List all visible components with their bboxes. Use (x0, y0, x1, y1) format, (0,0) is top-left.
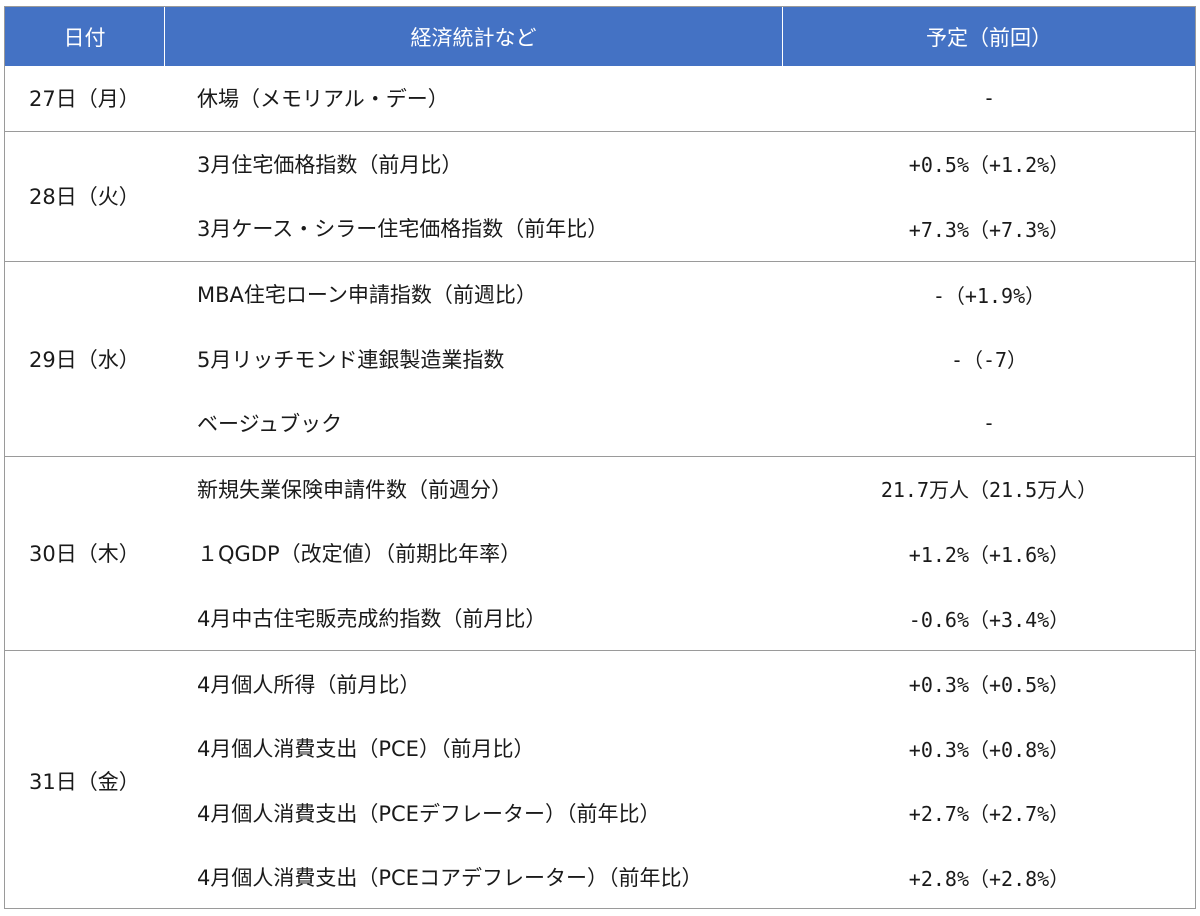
date-group: 30日（木） 新規失業保険申請件数（前週分） 21.7万人（21.5万人） １QGDP… (5, 455, 1195, 651)
statistic-name: 4月個人所得（前月比） (197, 672, 421, 697)
statistic-name: 4月個人消費支出（PCEデフレーター）（前年比） (197, 801, 661, 826)
statistic-name: １QGDP（改定値）（前期比年率） (197, 542, 522, 567)
header-stat: 経済統計など (165, 7, 783, 66)
forecast-value: - (982, 86, 996, 111)
statistic-name: 4月個人消費支出（PCE）（前月比） (197, 737, 535, 762)
table-header: 日付 経済統計など 予定（前回） (5, 7, 1195, 66)
table-body: 27日（月） 休場（メモリアル・デー） - 28日（火） 3月住宅価格指数（前月比） +0… (5, 66, 1195, 910)
statistic-name: 新規失業保険申請件数（前週分） (197, 477, 512, 502)
forecast-value: +0.3%（+0.8%） (908, 737, 1070, 762)
date-cell: 28日（火） (29, 185, 140, 210)
forecast-value: +2.7%（+2.7%） (908, 802, 1070, 827)
forecast-value: +1.2%（+1.6%） (908, 542, 1070, 567)
statistic-name: 3月ケース・シラー住宅価格指数（前年比） (197, 217, 609, 242)
statistic-name: 4月中古住宅販売成約指数（前月比） (197, 607, 547, 632)
date-group: 27日（月） 休場（メモリアル・デー） - (5, 66, 1195, 131)
forecast-value: 21.7万人（21.5万人） (880, 478, 1098, 503)
statistic-name: 3月住宅価格指数（前月比） (197, 152, 463, 177)
statistic-name: 5月リッチモンド連銀製造業指数 (197, 347, 505, 372)
date-group: 28日（火） 3月住宅価格指数（前月比） +0.5%（+1.2%） 3月ケース・シラー… (5, 130, 1195, 261)
date-group: 29日（水） MBA住宅ローン申請指数（前週比） -（+1.9%） 5月リッチモンド連… (5, 260, 1195, 456)
date-cell: 30日（木） (29, 542, 140, 567)
header-date: 日付 (5, 7, 165, 66)
date-cell: 27日（月） (29, 87, 140, 112)
forecast-value: - (982, 411, 996, 436)
date-cell: 31日（金） (29, 769, 140, 794)
economic-calendar-table: 日付 経済統計など 予定（前回） 27日（月） 休場（メモリアル・デー） - 28日（… (4, 6, 1196, 909)
forecast-value: -（-7） (950, 348, 1028, 373)
statistic-name: MBA住宅ローン申請指数（前週比） (197, 283, 537, 308)
forecast-value: -0.6%（+3.4%） (908, 607, 1070, 632)
forecast-value: +2.8%（+2.8%） (908, 866, 1070, 891)
forecast-value: +0.5%（+1.2%） (908, 153, 1070, 178)
date-group: 31日（金） 4月個人所得（前月比） +0.3%（+0.5%） 4月個人消費支出（PC… (5, 650, 1195, 909)
forecast-value: -（+1.9%） (932, 283, 1046, 308)
statistic-name: 4月個人消費支出（PCEコアデフレーター）（前年比） (197, 866, 703, 891)
header-forecast: 予定（前回） (926, 25, 1052, 50)
statistic-name: ベージュブック (197, 412, 343, 437)
forecast-value: +0.3%（+0.5%） (908, 673, 1070, 698)
date-cell: 29日（水） (29, 347, 140, 372)
statistic-name: 休場（メモリアル・デー） (197, 87, 449, 112)
forecast-value: +7.3%（+7.3%） (908, 217, 1070, 242)
